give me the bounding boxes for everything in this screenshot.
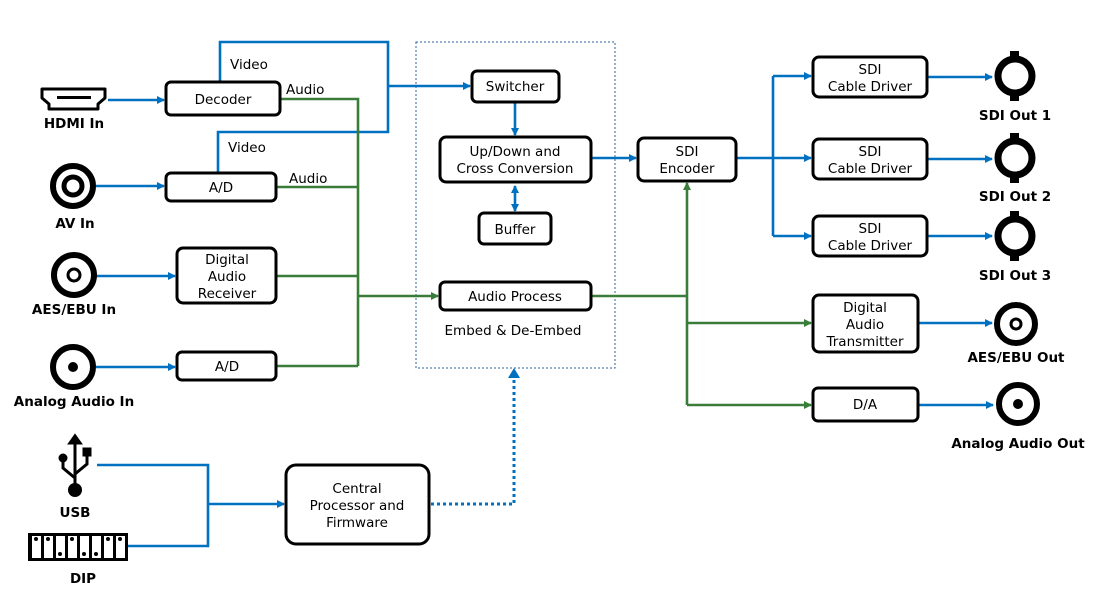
up-down-cross-conversion-block: Up/Down andCross Conversion <box>438 135 593 184</box>
svg-text:Up/Down and: Up/Down and <box>470 144 561 160</box>
aes-ebu-in-icon <box>51 252 97 298</box>
svg-text:Digital: Digital <box>205 252 249 268</box>
sdi-out-2-label: SDI Out 2 <box>979 189 1051 205</box>
svg-text:Audio Process: Audio Process <box>468 289 562 305</box>
svg-text:Cross Conversion: Cross Conversion <box>457 161 574 177</box>
digital-audio-transmitter-block: DigitalAudioTransmitter <box>811 293 920 354</box>
svg-text:SDI: SDI <box>859 144 882 160</box>
dip-switch-icon <box>28 533 128 561</box>
sdi-cable-driver-1: SDICable Driver <box>811 55 929 99</box>
svg-text:SDI: SDI <box>859 221 882 237</box>
analog-audio-in-icon <box>50 344 96 390</box>
aes-ebu-in-label: AES/EBU In <box>32 302 116 318</box>
svg-text:Decoder: Decoder <box>195 92 252 108</box>
usb-icon <box>58 433 92 497</box>
svg-text:Central: Central <box>332 481 381 497</box>
svg-text:Digital: Digital <box>843 300 887 316</box>
bnc-sdi-out-2-icon <box>994 133 1036 183</box>
svg-text:Cable Driver: Cable Driver <box>828 161 913 177</box>
svg-text:Audio: Audio <box>846 317 884 333</box>
analog-audio-in-label: Analog Audio In <box>14 394 134 410</box>
block-diagram: Video Audio Video Audio Decoder A/D Digi… <box>14 40 1085 587</box>
aes-ebu-out-label: AES/EBU Out <box>967 350 1065 366</box>
signal-label-audio: Audio <box>289 171 327 187</box>
signal-label-audio: Audio <box>286 82 324 98</box>
rca-av-in-icon <box>50 163 96 209</box>
svg-text:Audio: Audio <box>208 269 246 285</box>
svg-text:Cable Driver: Cable Driver <box>828 238 913 254</box>
svg-text:Buffer: Buffer <box>495 222 536 238</box>
hdmi-port-icon <box>40 87 107 111</box>
svg-text:Firmware: Firmware <box>326 515 388 531</box>
da-block: D/A <box>811 386 920 423</box>
svg-text:Receiver: Receiver <box>198 286 257 302</box>
sdi-encoder-block: SDIEncoder <box>636 136 738 183</box>
decoder-block: Decoder <box>164 80 282 117</box>
svg-text:Cable Driver: Cable Driver <box>828 79 913 95</box>
av-in-label: AV In <box>55 216 94 232</box>
svg-text:Switcher: Switcher <box>486 79 545 95</box>
buffer-block: Buffer <box>477 211 553 246</box>
signal-label-video: Video <box>228 140 266 156</box>
switcher-block: Switcher <box>470 69 561 104</box>
signal-label-video: Video <box>230 57 268 73</box>
sdi-cable-driver-3: SDICable Driver <box>811 214 929 258</box>
sdi-out-1-label: SDI Out 1 <box>979 108 1051 124</box>
svg-text:D/A: D/A <box>853 397 878 413</box>
svg-text:A/D: A/D <box>215 359 239 375</box>
svg-text:SDI: SDI <box>676 144 699 160</box>
hdmi-in-label: HDMI In <box>44 116 104 132</box>
sdi-out-3-label: SDI Out 3 <box>979 268 1051 284</box>
svg-text:Transmitter: Transmitter <box>825 334 903 350</box>
embed-caption: Embed & De-Embed <box>445 323 582 339</box>
svg-text:SDI: SDI <box>859 62 882 78</box>
usb-label: USB <box>60 505 91 521</box>
digital-audio-receiver-block: DigitalAudioReceiver <box>175 246 278 305</box>
bnc-sdi-out-1-icon <box>994 51 1036 101</box>
analog-audio-out-icon <box>996 382 1040 426</box>
svg-text:Processor and: Processor and <box>310 498 405 514</box>
svg-text:A/D: A/D <box>209 180 233 196</box>
ad-audio-block: A/D <box>175 350 278 382</box>
analog-audio-out-label: Analog Audio Out <box>951 436 1085 452</box>
central-processor-block: CentralProcessor andFirmware <box>284 463 431 546</box>
svg-text:Encoder: Encoder <box>659 161 715 177</box>
sdi-cable-driver-2: SDICable Driver <box>811 137 929 181</box>
ad-video-block: A/D <box>164 171 278 203</box>
audio-process-block: Audio Process <box>438 280 593 312</box>
bnc-sdi-out-3-icon <box>994 211 1036 261</box>
dip-label: DIP <box>70 571 96 587</box>
aes-ebu-out-icon <box>994 302 1038 346</box>
